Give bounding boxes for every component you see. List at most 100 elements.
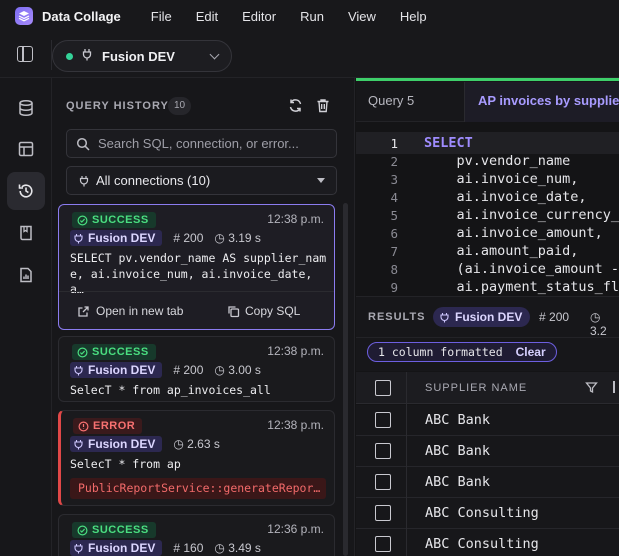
copy-sql-label: Copy SQL bbox=[245, 304, 301, 318]
history-item[interactable]: SUCCESS 12:36 p.m. Fusion DEV # 160 ◷ 3.… bbox=[58, 514, 335, 556]
sql-preview: SelecT * from ap_invoices_all bbox=[70, 383, 271, 397]
code-line: ai.invoice_amount, bbox=[424, 225, 603, 241]
history-icon[interactable] bbox=[7, 172, 45, 210]
history-time: 12:38 p.m. bbox=[267, 212, 324, 226]
code-line: pv.vendor_name bbox=[424, 153, 571, 169]
connection-name: Fusion DEV bbox=[102, 48, 175, 64]
connection-tag: Fusion DEV bbox=[70, 230, 163, 246]
connection-selector[interactable]: Fusion DEV bbox=[52, 40, 232, 72]
menu-help[interactable]: Help bbox=[388, 9, 439, 24]
column-resize-handle[interactable] bbox=[613, 381, 615, 393]
table-cell: ABC Bank bbox=[425, 443, 491, 459]
caret-down-icon bbox=[317, 178, 325, 183]
tab-query-5[interactable]: Query 5 bbox=[368, 93, 414, 108]
history-item[interactable]: ERROR 12:38 p.m. Fusion DEV ◷ 2.63 s Sel… bbox=[58, 410, 335, 506]
code-line: SELECT bbox=[424, 135, 473, 151]
tab-accent-bar bbox=[356, 78, 619, 81]
trash-icon[interactable] bbox=[316, 98, 330, 116]
status-badge: SUCCESS bbox=[72, 344, 156, 360]
history-search-input[interactable]: Search SQL, connection, or error... bbox=[66, 129, 337, 158]
menu-editor[interactable]: Editor bbox=[230, 9, 288, 24]
table-cell: ABC Consulting bbox=[425, 536, 539, 552]
table-cell: ABC Consulting bbox=[425, 505, 539, 521]
plug-icon bbox=[74, 543, 83, 553]
history-time: 12:38 p.m. bbox=[267, 418, 324, 432]
row-checkbox[interactable] bbox=[375, 412, 391, 428]
status-badge: SUCCESS bbox=[72, 522, 156, 538]
report-chart-icon[interactable] bbox=[7, 256, 45, 294]
history-title: QUERY HISTORY bbox=[66, 100, 169, 112]
code-line: ai.invoice_currency_ bbox=[424, 207, 619, 223]
sidebar-toggle-icon[interactable] bbox=[17, 46, 33, 62]
status-text: ERROR bbox=[93, 420, 136, 432]
menu-edit[interactable]: Edit bbox=[184, 9, 230, 24]
row-count: # 160 bbox=[173, 541, 204, 555]
select-all-checkbox[interactable] bbox=[375, 380, 391, 396]
error-message: PublicReportService::generateReport for … bbox=[70, 478, 326, 499]
check-circle-icon bbox=[77, 346, 88, 358]
history-item[interactable]: SUCCESS 12:38 p.m. Fusion DEV # 200 ◷ 3.… bbox=[58, 336, 335, 402]
row-checkbox[interactable] bbox=[375, 505, 391, 521]
results-connection-tag: Fusion DEV bbox=[433, 307, 531, 327]
table-icon[interactable] bbox=[7, 130, 45, 168]
duration-value: 2.63 s bbox=[187, 437, 220, 451]
status-badge: ERROR bbox=[73, 418, 143, 434]
status-text: SUCCESS bbox=[92, 346, 149, 358]
app-name: Data Collage bbox=[42, 8, 121, 24]
duration: ◷ 3.19 s bbox=[214, 231, 261, 245]
search-placeholder: Search SQL, connection, or error... bbox=[98, 136, 299, 151]
history-scrollbar[interactable] bbox=[343, 203, 348, 556]
connection-tag-label: Fusion DEV bbox=[88, 437, 156, 451]
duration-value: 3.00 s bbox=[228, 363, 261, 377]
line-number: 1 bbox=[390, 136, 398, 151]
external-link-icon bbox=[78, 305, 89, 317]
sql-preview: SelecT * from ap bbox=[70, 457, 181, 471]
row-checkbox[interactable] bbox=[375, 443, 391, 459]
query-history-panel: QUERY HISTORY 10 Search SQL, connection,… bbox=[52, 78, 355, 556]
menu-file[interactable]: File bbox=[139, 9, 184, 24]
results-duration: ◷ 3.2 bbox=[590, 310, 607, 338]
code-line: ai.invoice_date, bbox=[424, 189, 587, 205]
connection-tag: Fusion DEV bbox=[70, 362, 163, 378]
tab-ap-invoices-by-supplier[interactable]: AP invoices by supplier bbox=[465, 82, 619, 122]
history-item[interactable]: SUCCESS 12:38 p.m. Fusion DEV # 200 ◷ 3.… bbox=[58, 204, 335, 330]
line-number: 4 bbox=[390, 190, 398, 205]
history-meta: Fusion DEV ◷ 2.63 s bbox=[70, 436, 220, 452]
open-in-new-tab-button[interactable]: Open in new tab bbox=[77, 304, 183, 318]
menu-view[interactable]: View bbox=[336, 9, 388, 24]
code-line: ai.amount_paid, bbox=[424, 243, 579, 259]
line-number: 7 bbox=[390, 244, 398, 259]
tab-label: AP invoices by supplier bbox=[478, 93, 619, 108]
bookmark-book-icon[interactable] bbox=[7, 214, 45, 252]
checkbox-column-divider bbox=[406, 372, 407, 556]
filter-icon[interactable] bbox=[585, 381, 598, 397]
results-row-count: # 200 bbox=[539, 310, 570, 324]
history-meta: Fusion DEV # 160 ◷ 3.49 s bbox=[70, 540, 261, 556]
menu-run[interactable]: Run bbox=[288, 9, 336, 24]
row-count-value: 200 bbox=[183, 363, 204, 377]
connection-filter-select[interactable]: All connections (10) bbox=[66, 166, 337, 195]
column-header-supplier-name[interactable]: SUPPLIER NAME bbox=[425, 382, 527, 394]
plug-icon bbox=[74, 365, 83, 375]
plug-icon bbox=[81, 48, 93, 64]
plug-icon bbox=[74, 233, 83, 243]
copy-sql-button[interactable]: Copy SQL bbox=[227, 304, 300, 318]
line-number: 5 bbox=[390, 208, 398, 223]
refresh-icon[interactable] bbox=[288, 98, 303, 116]
row-count-value: 200 bbox=[183, 231, 204, 245]
check-circle-icon bbox=[77, 214, 88, 226]
plug-icon bbox=[79, 175, 89, 187]
row-checkbox[interactable] bbox=[375, 474, 391, 490]
row-checkbox[interactable] bbox=[375, 536, 391, 552]
clear-format-button[interactable]: Clear bbox=[516, 345, 546, 359]
database-icon[interactable] bbox=[7, 89, 45, 127]
table-cell: ABC Bank bbox=[425, 412, 491, 428]
row-count: # 200 bbox=[173, 231, 204, 245]
connection-tag: Fusion DEV bbox=[70, 436, 163, 452]
code-line: ai.payment_status_fl bbox=[424, 279, 619, 295]
code-line: (ai.invoice_amount - bbox=[424, 261, 619, 277]
results-row-count-value: 200 bbox=[549, 310, 570, 324]
row-count-value: 160 bbox=[183, 541, 204, 555]
history-time: 12:36 p.m. bbox=[267, 522, 324, 536]
chevron-down-icon bbox=[209, 49, 220, 59]
